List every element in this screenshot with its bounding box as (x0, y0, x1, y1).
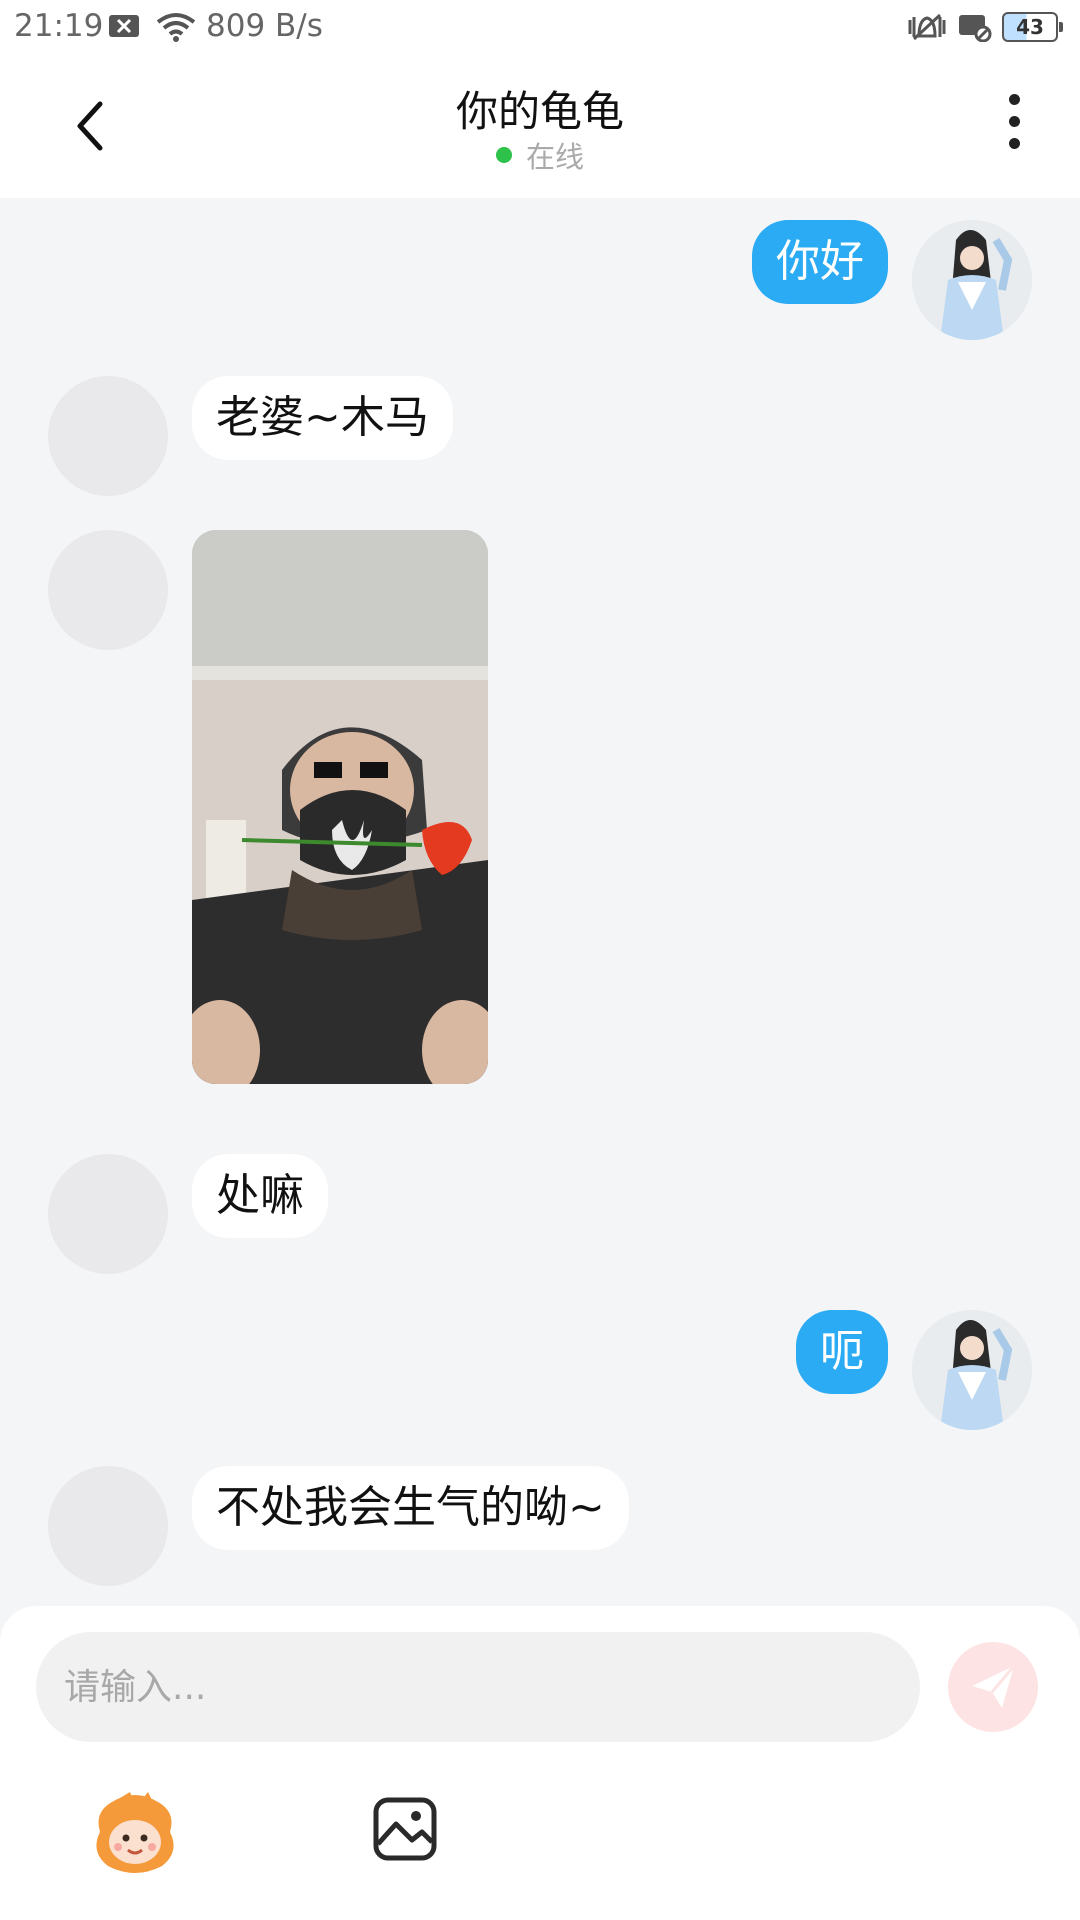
more-vertical-icon (1000, 94, 1028, 149)
contact-avatar[interactable] (48, 1466, 168, 1586)
contact-avatar[interactable] (48, 530, 168, 650)
photo-image (192, 530, 488, 1084)
online-dot-icon (495, 147, 512, 163)
incoming-message-bubble[interactable]: 处嘛 (192, 1154, 328, 1238)
no-sim-icon (958, 12, 992, 50)
contact-avatar[interactable] (48, 1154, 168, 1274)
battery-icon: 43 (1002, 12, 1063, 42)
more-options-button[interactable] (1000, 94, 1028, 158)
image-icon (373, 1797, 437, 1861)
send-button[interactable] (948, 1642, 1038, 1732)
outgoing-message-bubble[interactable]: 你好 (752, 220, 888, 304)
incoming-message-bubble[interactable]: 老婆~木马 (192, 376, 453, 460)
image-picker-button[interactable] (372, 1796, 438, 1862)
anime-girl-avatar-icon (912, 1310, 1032, 1430)
chat-title: 你的龟龟 (455, 87, 624, 136)
status-bar: 21:19 809 B/s 43 (0, 0, 1080, 54)
incoming-message-bubble[interactable]: 不处我会生气的呦~ (192, 1466, 629, 1550)
notification-x-icon (108, 12, 140, 48)
message-input[interactable] (36, 1632, 920, 1742)
contact-avatar[interactable] (48, 376, 168, 496)
wifi-icon (156, 12, 196, 50)
presence-status: 在线 (0, 134, 1080, 176)
network-speed: 809 B/s (206, 8, 323, 44)
anime-girl-avatar-icon (912, 220, 1032, 340)
send-icon (972, 1665, 1016, 1708)
chat-header: 你的龟龟 在线 (0, 54, 1080, 198)
status-time: 21:19 (14, 8, 104, 44)
message-list[interactable]: 你好 老婆~木马 处嘛 呃 不处我会生气的呦~ (0, 198, 1080, 1606)
my-avatar[interactable] (912, 1310, 1032, 1430)
vibrate-icon (906, 12, 948, 50)
sticker-button[interactable] (90, 1792, 180, 1876)
sticker-icon (96, 1792, 174, 1873)
my-avatar[interactable] (912, 220, 1032, 340)
incoming-image-message[interactable] (192, 530, 488, 1084)
outgoing-message-bubble[interactable]: 呃 (796, 1310, 888, 1394)
composer-panel (0, 1606, 1080, 1920)
presence-label: 在线 (525, 140, 584, 174)
